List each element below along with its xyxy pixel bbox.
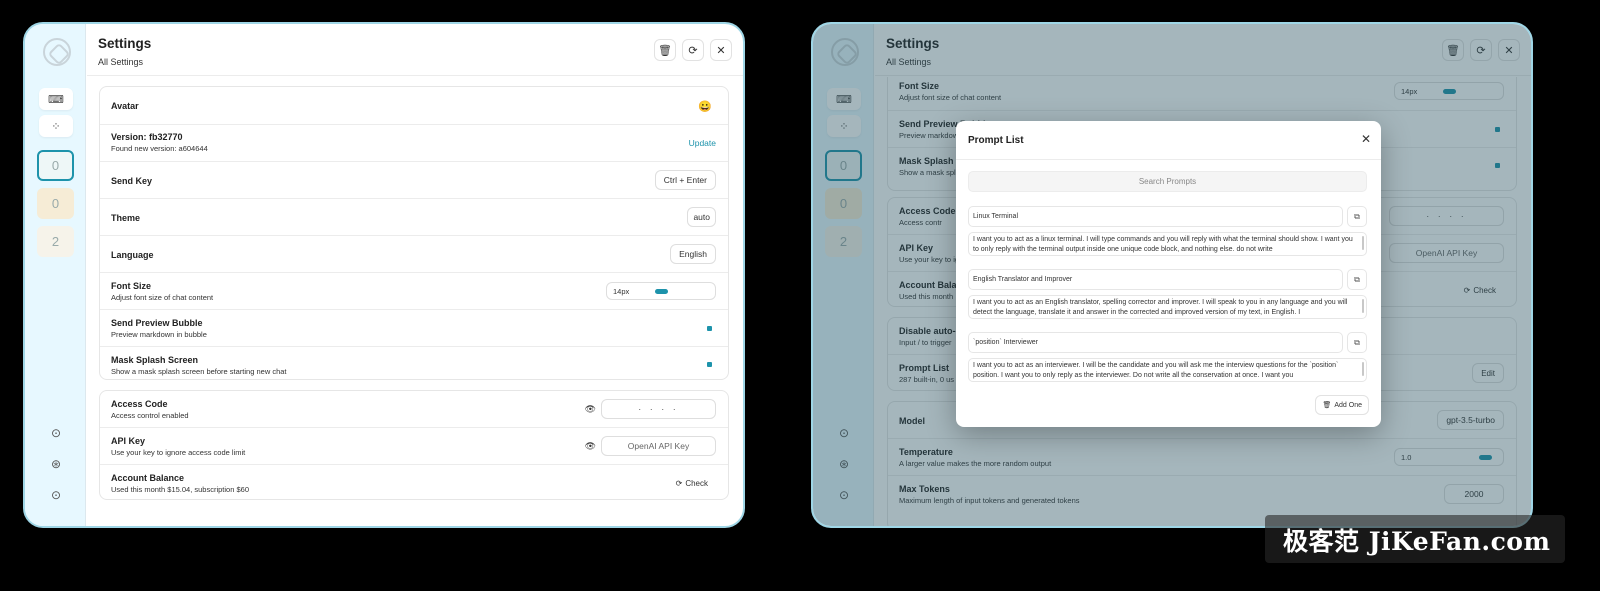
setting-title: Language xyxy=(111,250,154,260)
page-title: Settings xyxy=(98,36,152,51)
setting-mask-splash: Mask Splash Screen Show a mask splash sc… xyxy=(100,347,728,383)
font-size-value: 14px xyxy=(613,286,630,296)
delete-icon: 🗑 xyxy=(658,44,672,57)
chat-thumb[interactable]: 0 xyxy=(37,188,74,219)
reset-button[interactable]: ⟳ xyxy=(682,39,704,61)
chat-thumb[interactable]: 0 xyxy=(37,150,74,181)
settings-window: ⌨ ⁘ 0 0 2 ⊙ ⊛ ⊙ Settings All Settings 🗑 … xyxy=(23,22,745,528)
add-label: Add One xyxy=(1334,401,1362,409)
modal-title: Prompt List xyxy=(968,135,1024,146)
setting-title: Theme xyxy=(111,213,141,223)
chat-thumb-count: 0 xyxy=(51,158,60,173)
setting-title: API Key xyxy=(111,436,146,446)
refresh-icon: ⟳ xyxy=(675,478,683,488)
check-balance-button[interactable]: ⟳ Check xyxy=(668,473,716,493)
setting-title: Mask Splash Screen xyxy=(111,355,199,365)
delete-icon: 🗑 xyxy=(1322,402,1332,409)
setting-version: Version: fb32770 Found new version: a604… xyxy=(100,125,728,162)
setting-title: Font Size xyxy=(111,281,151,291)
prompt-title-input[interactable]: `position` Interviewer xyxy=(968,332,1343,353)
watermark-text: 极客范 JiKeFan.com xyxy=(1283,527,1551,556)
setting-title: Version: fb32770 xyxy=(111,132,183,142)
prompt-content-input[interactable]: I want you to act as an interviewer. I w… xyxy=(968,358,1367,382)
setting-subtitle: Access control enabled xyxy=(111,411,189,420)
setting-account-balance: Account Balance Used this month $15.04, … xyxy=(100,465,728,501)
send-key-select[interactable]: Ctrl + Enter xyxy=(654,170,716,190)
settings-header: Settings All Settings 🗑 ⟳ ✕ xyxy=(87,24,743,76)
setting-send-key: Send Key Ctrl + Enter xyxy=(100,162,728,199)
setting-subtitle: Preview markdown in bubble xyxy=(111,330,207,339)
settings-icon[interactable]: ⊙ xyxy=(47,424,65,442)
mask-button[interactable]: ⌨ xyxy=(39,88,73,110)
copy-icon[interactable]: ⧉ xyxy=(1347,332,1367,353)
copy-icon[interactable]: ⧉ xyxy=(1347,269,1367,290)
chatgpt-logo-icon xyxy=(43,38,71,66)
plugin-button[interactable]: ⁘ xyxy=(39,115,73,137)
setting-language: Language English xyxy=(100,236,728,273)
setting-subtitle: Adjust font size of chat content xyxy=(111,293,214,302)
setting-title: Send Preview Bubble xyxy=(111,318,203,328)
setting-access-code: Access Code Access control enabled 👁 · ·… xyxy=(100,391,728,428)
send-preview-checkbox[interactable] xyxy=(707,326,712,331)
reload-icon: ⟳ xyxy=(688,44,698,57)
chat-thumb[interactable]: 2 xyxy=(37,226,74,257)
setting-subtitle: Use your key to ignore access code limit xyxy=(111,448,246,457)
plugin-icon: ⁘ xyxy=(51,120,61,133)
prompt-content-input[interactable]: I want you to act as an English translat… xyxy=(968,295,1367,319)
update-link[interactable]: Update xyxy=(689,138,716,148)
slider-thumb[interactable] xyxy=(655,289,668,294)
theme-select[interactable]: auto xyxy=(687,207,716,227)
setting-subtitle: Found new version: a604644 xyxy=(111,144,208,153)
settings-card-access: Access Code Access control enabled 👁 · ·… xyxy=(99,390,729,500)
chat-thumb-count: 0 xyxy=(51,196,60,211)
mask-icon: ⌨ xyxy=(48,93,64,106)
setting-theme: Theme auto xyxy=(100,199,728,236)
check-label: Check xyxy=(685,478,708,488)
eye-icon[interactable]: 👁 xyxy=(585,441,596,452)
clear-button[interactable]: 🗑 xyxy=(654,39,676,61)
setting-subtitle: Show a mask splash screen before startin… xyxy=(111,367,287,376)
prompt-title-input[interactable]: Linux Terminal xyxy=(968,206,1343,227)
access-code-input[interactable]: · · · · xyxy=(601,399,716,419)
prompt-item: English Translator and Improver ⧉ I want… xyxy=(968,269,1367,321)
setting-subtitle: Used this month $15.04, subscription $60 xyxy=(111,485,249,494)
close-icon[interactable]: ✕ xyxy=(1361,132,1371,146)
language-select[interactable]: English xyxy=(670,244,716,264)
prompt-list-modal: Prompt List ✕ Search Prompts Linux Termi… xyxy=(956,121,1381,427)
close-icon: ✕ xyxy=(716,44,726,57)
api-key-input[interactable]: OpenAI API Key xyxy=(601,436,716,456)
settings-window-with-prompt-list: ⌨ ⁘ 0 0 2 ⊙ ⊛ ⊙ Settings All Settings 🗑 … xyxy=(811,22,1533,528)
setting-title: Send Key xyxy=(111,176,153,186)
prompt-item: `position` Interviewer ⧉ I want you to a… xyxy=(968,332,1367,384)
avatar-picker[interactable]: 😀 xyxy=(694,96,716,116)
search-prompts-input[interactable]: Search Prompts xyxy=(968,171,1367,192)
setting-avatar: Avatar 😀 xyxy=(100,87,728,125)
mask-splash-checkbox[interactable] xyxy=(707,362,712,367)
setting-title: Access Code xyxy=(111,399,168,409)
setting-send-preview: Send Preview Bubble Preview markdown in … xyxy=(100,310,728,347)
copy-icon[interactable]: ⧉ xyxy=(1347,206,1367,227)
setting-title: Avatar xyxy=(111,101,139,111)
new-chat-icon[interactable]: ⊙ xyxy=(47,486,65,504)
chat-thumb-count: 2 xyxy=(51,234,60,249)
font-size-slider[interactable]: 14px xyxy=(606,282,716,300)
page-subtitle: All Settings xyxy=(98,57,144,67)
settings-card-general: Avatar 😀 Version: fb32770 Found new vers… xyxy=(99,86,729,380)
setting-font-size: Font Size Adjust font size of chat conte… xyxy=(100,273,728,310)
prompt-title-input[interactable]: English Translator and Improver xyxy=(968,269,1343,290)
prompt-content-input[interactable]: I want you to act as a linux terminal. I… xyxy=(968,232,1367,256)
close-button[interactable]: ✕ xyxy=(710,39,732,61)
prompt-item: Linux Terminal ⧉ I want you to act as a … xyxy=(968,206,1367,258)
github-icon[interactable]: ⊛ xyxy=(47,455,65,473)
sidebar: ⌨ ⁘ 0 0 2 ⊙ ⊛ ⊙ xyxy=(25,24,86,526)
setting-title: Account Balance xyxy=(111,473,185,483)
eye-icon[interactable]: 👁 xyxy=(585,404,596,415)
add-prompt-button[interactable]: 🗑 Add One xyxy=(1315,395,1369,415)
divider xyxy=(956,159,1381,160)
setting-api-key: API Key Use your key to ignore access co… xyxy=(100,428,728,465)
